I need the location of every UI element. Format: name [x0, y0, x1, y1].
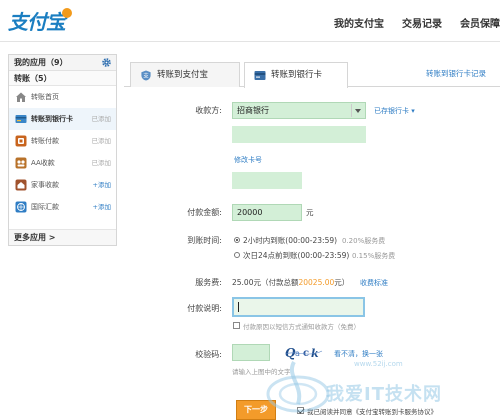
logo-mark-icon	[62, 8, 72, 18]
added-status: 已添加	[91, 137, 112, 145]
arrival-2h-label[interactable]: 2小时内到账(00:00-23:59)	[243, 235, 337, 246]
more-apps-link[interactable]: 更多应用 >	[9, 229, 116, 245]
card-number-field[interactable]	[232, 126, 366, 143]
amount-label: 付款金额:	[187, 208, 222, 217]
my-apps-header[interactable]: 我的应用（9）	[9, 55, 116, 71]
saved-cards-label: 已存银行卡	[374, 107, 409, 115]
site-watermark: 我爱IT技术网 www.52ij.com	[264, 356, 494, 416]
captcha-label: 校验码:	[195, 350, 222, 359]
chevron-down-icon	[355, 109, 361, 113]
bank-select-value: 招商银行	[237, 106, 269, 115]
arrival-time-label: 到账时间:	[187, 236, 222, 245]
sidebar-item-label: AA收款	[31, 159, 55, 167]
tab-label: 转账到支付宝	[157, 70, 209, 80]
payment-icon	[15, 135, 27, 147]
gear-icon[interactable]	[101, 57, 112, 68]
saved-cards-dropdown[interactable]: 已存银行卡 ▾	[374, 106, 415, 116]
logo-text: 支付宝	[8, 9, 66, 34]
aa-collection-icon	[15, 157, 27, 169]
sidebar-item-label: 转账首页	[31, 93, 59, 101]
service-fee-label: 服务费:	[195, 278, 222, 287]
sidebar: 我的应用（9） 转账（5） 转账首页 转账到银行卡 已添加 转账付款 已添加 A…	[8, 54, 117, 246]
globe-icon	[15, 201, 27, 213]
transfer-section-title: 转账（5）	[9, 71, 116, 86]
family-collection-icon	[15, 179, 27, 191]
add-link[interactable]: +添加	[93, 196, 111, 218]
sms-notify-checkbox[interactable]	[233, 322, 240, 329]
modify-card-link[interactable]: 修改卡号	[234, 155, 262, 165]
amount-value: 20000	[237, 208, 263, 217]
amount-unit: 元	[306, 208, 314, 217]
watermark-text: 我爱IT技术网	[326, 384, 442, 405]
tab-label: 转账到银行卡	[271, 70, 323, 80]
fee-suffix: 元）	[334, 278, 350, 287]
watermark-url: www.52ij.com	[354, 360, 403, 368]
payment-note-label: 付款说明:	[187, 304, 222, 313]
sidebar-item-family-collection[interactable]: 家事收款 +添加	[9, 174, 116, 196]
sidebar-item-label: 国际汇款	[31, 203, 59, 211]
sidebar-item-intl-remittance[interactable]: 国际汇款 +添加	[9, 196, 116, 218]
payment-note-input[interactable]	[232, 297, 365, 317]
nav-member-protection[interactable]: 会员保障	[460, 15, 500, 30]
service-fee-value: 25.00元（付款总额20025.00元）	[232, 277, 349, 288]
arrival-next-day-label[interactable]: 次日24点前到账(00:00-23:59)	[243, 250, 349, 261]
my-apps-label: 我的应用（9）	[14, 58, 68, 67]
amount-input[interactable]: 20000	[232, 204, 302, 221]
sms-notify-label: 付款原因以短信方式通知收款方（免费）	[243, 323, 360, 331]
tab-transfer-to-bank[interactable]: 转账到银行卡	[244, 62, 348, 88]
sidebar-item-label: 转账到银行卡	[31, 115, 73, 123]
sidebar-item-transfer-to-bank[interactable]: 转账到银行卡 已添加	[9, 108, 116, 130]
added-status: 已添加	[91, 115, 112, 123]
arrival-next-day-fee: 0.15%服务费	[352, 252, 396, 260]
select-separator	[351, 104, 352, 117]
fee-prefix: 25.00元（付款总额	[232, 278, 299, 287]
nav-transactions[interactable]: 交易记录	[402, 15, 442, 30]
arrival-2h-fee: 0.20%服务费	[342, 237, 386, 245]
svg-text:支: 支	[143, 72, 149, 80]
sidebar-item-transfer-pay[interactable]: 转账付款 已添加	[9, 130, 116, 152]
bank-card-icon	[254, 71, 266, 80]
fee-total: 20025.00	[298, 278, 335, 287]
sidebar-item-aa-collection[interactable]: AA收款 已添加	[9, 152, 116, 174]
bank-card-icon	[15, 115, 27, 123]
sidebar-item-transfer-home[interactable]: 转账首页	[9, 86, 116, 108]
tab-transfer-to-alipay[interactable]: 支 转账到支付宝	[130, 62, 240, 87]
bank-select[interactable]: 招商银行	[232, 102, 366, 119]
text-cursor	[238, 302, 239, 312]
top-nav: 我的支付宝 交易记录 会员保障	[334, 15, 500, 30]
alipay-logo[interactable]: 支付宝	[8, 6, 72, 34]
payee-label: 收款方:	[195, 106, 222, 115]
top-header: 支付宝 我的支付宝 交易记录 会员保障	[0, 0, 500, 42]
arrival-2h-radio[interactable]	[234, 237, 240, 243]
sidebar-item-label: 家事收款	[31, 181, 59, 189]
home-icon	[16, 92, 26, 102]
nav-my-alipay[interactable]: 我的支付宝	[334, 15, 384, 30]
payee-name-field[interactable]	[232, 172, 302, 189]
fee-standard-link[interactable]: 收费标准	[360, 278, 388, 288]
bank-transfer-record-link[interactable]: 转账到银行卡记录	[426, 68, 486, 79]
added-status: 已添加	[91, 159, 112, 167]
add-link[interactable]: +添加	[93, 174, 111, 196]
sidebar-item-label: 转账付款	[31, 137, 59, 145]
shield-icon: 支	[141, 70, 151, 81]
arrival-next-day-radio[interactable]	[234, 252, 240, 258]
